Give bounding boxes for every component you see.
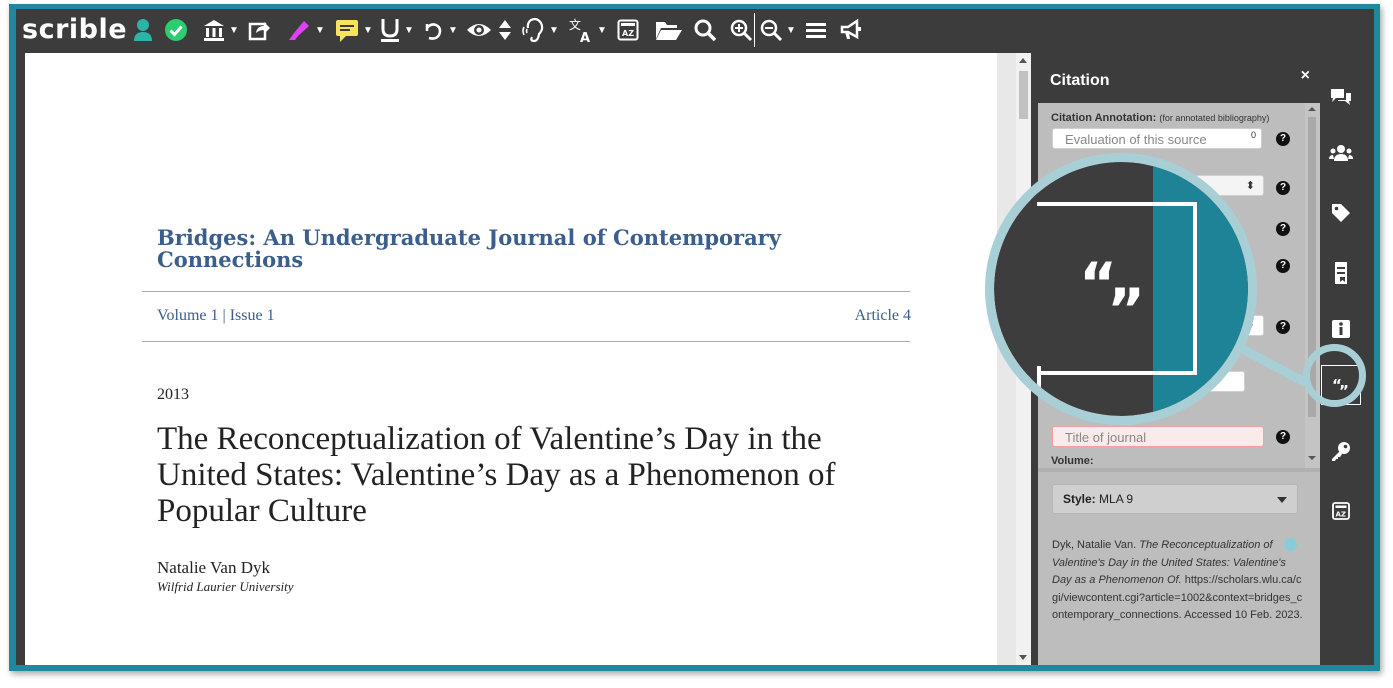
panel-scrollbar[interactable] [1305,103,1320,468]
share-icon[interactable] [247,15,271,45]
chevron-down-icon[interactable]: ▼ [597,25,607,36]
scroll-down-arrow[interactable] [1308,456,1316,460]
users-icon[interactable] [1320,135,1362,171]
divider [142,341,910,342]
svg-text:A: A [580,31,590,43]
style-value: MLA 9 [1099,492,1134,506]
help-icon[interactable]: ? [1276,259,1290,273]
key-icon[interactable] [1320,433,1362,469]
annotation-label-text: Citation Annotation: [1051,112,1157,124]
sort-icon[interactable] [498,15,512,45]
help-icon[interactable]: ? [1276,181,1290,195]
check-circle-icon[interactable] [164,15,188,45]
highlight-ring [1303,344,1366,407]
panel-header: Citation × [1038,53,1320,103]
annotation-hint: (for annotated bibliography) [1159,113,1270,123]
author-name: Natalie Van Dyk [157,558,270,577]
citation-style-select[interactable]: Style: MLA 9 [1052,484,1298,514]
style-label: Style: [1063,492,1096,506]
translate-icon[interactable]: 文A ▼ [568,15,607,45]
chevron-down-icon[interactable]: ▼ [549,25,559,36]
magnified-selection-edge [1037,366,1047,416]
chevron-down-icon [1277,497,1287,503]
divider [142,291,910,292]
scrollbar-thumb[interactable] [1019,71,1028,119]
scroll-up-arrow[interactable] [1019,58,1027,63]
comments-icon[interactable] [1320,79,1362,115]
scroll-up-arrow[interactable] [1308,107,1316,111]
magnifier-callout: “” [985,153,1257,425]
library-icon[interactable]: ▼ [202,15,239,45]
svg-text:”: ” [1107,276,1145,322]
svg-text:AZ: AZ [1336,511,1347,519]
chevron-down-icon[interactable]: ▼ [404,25,414,36]
folder-open-icon[interactable] [655,15,683,45]
journal-title-input[interactable]: Title of journal [1052,426,1264,447]
help-icon[interactable]: ? [1276,320,1290,334]
eye-icon[interactable] [466,15,492,45]
bookmark-icon[interactable] [1320,255,1362,291]
help-icon[interactable]: ? [1276,222,1290,236]
panel-title: Citation [1050,72,1110,89]
reader-view-icon[interactable]: AZ [1320,493,1362,529]
user-icon[interactable] [133,15,153,45]
scroll-down-arrow[interactable] [1019,655,1027,660]
journal-title-placeholder: Title of journal [1065,430,1147,445]
annotation-placeholder: Evaluation of this source [1065,132,1207,147]
citation-author: Dyk, Natalie Van. [1052,539,1137,551]
chevron-down-icon[interactable]: ▼ [229,25,239,36]
magnifier-content: “” [994,162,1248,416]
help-icon[interactable]: ? [1276,132,1290,146]
zoom-out-icon[interactable]: ▼ [759,15,796,45]
chevron-down-icon[interactable]: ▼ [448,25,458,36]
toolbar-divider [754,13,755,47]
announcement-icon[interactable] [839,15,863,45]
svg-text:AZ: AZ [622,29,634,38]
citation-accessed: Accessed 10 Feb. 2023. [1184,609,1303,621]
underline-icon[interactable]: ▼ [379,15,414,45]
menu-icon[interactable] [805,15,827,45]
svg-text:文: 文 [569,17,581,32]
publication-year: 2013 [157,386,189,403]
article-title: The Reconceptualization of Valentine’s D… [157,421,836,529]
toolbar: scrible ▼ ▼ ▼ ▼ ▼ ▼ 文 A ▼ AZ ▼ [16,9,1374,53]
close-icon[interactable]: × [1301,67,1310,85]
volume-label: Volume: [1051,455,1094,467]
help-icon[interactable]: ? [1276,430,1290,444]
annotation-char-count: 0 [1250,130,1256,140]
reader-view-icon[interactable]: AZ [617,15,639,45]
annotation-label: Citation Annotation: (for annotated bibl… [1051,112,1269,124]
search-icon[interactable] [693,15,717,45]
annotation-input[interactable]: Evaluation of this source 0 [1052,128,1262,149]
comment-note-icon[interactable]: ▼ [334,15,373,45]
author-affiliation: Wilfrid Laurier University [157,579,294,594]
chevron-down-icon[interactable]: ▼ [786,25,796,36]
chevron-down-icon[interactable]: ▼ [315,25,325,36]
formatted-citation[interactable]: Dyk, Natalie Van. The Reconceptualizatio… [1052,537,1304,625]
scrible-logo: scrible [22,14,128,45]
document-page: Bridges: An Undergraduate Journal of Con… [25,53,997,665]
divider [1038,468,1320,472]
volume-issue[interactable]: Volume 1 | Issue 1 [157,307,275,325]
listen-icon[interactable]: ▼ [522,15,559,45]
tags-icon[interactable] [1320,195,1362,231]
chevron-down-icon[interactable]: ▼ [363,25,373,36]
article-number[interactable]: Article 4 [855,307,911,325]
citation-quote-icon: “” [1079,250,1159,344]
cursor-indicator [1284,538,1297,551]
journal-title[interactable]: Bridges: An Undergraduate Journal of Con… [157,227,797,271]
undo-icon[interactable]: ▼ [421,15,458,45]
info-icon[interactable] [1320,311,1362,347]
highlighter-icon[interactable]: ▼ [286,15,325,45]
zoom-in-icon[interactable] [729,15,753,45]
